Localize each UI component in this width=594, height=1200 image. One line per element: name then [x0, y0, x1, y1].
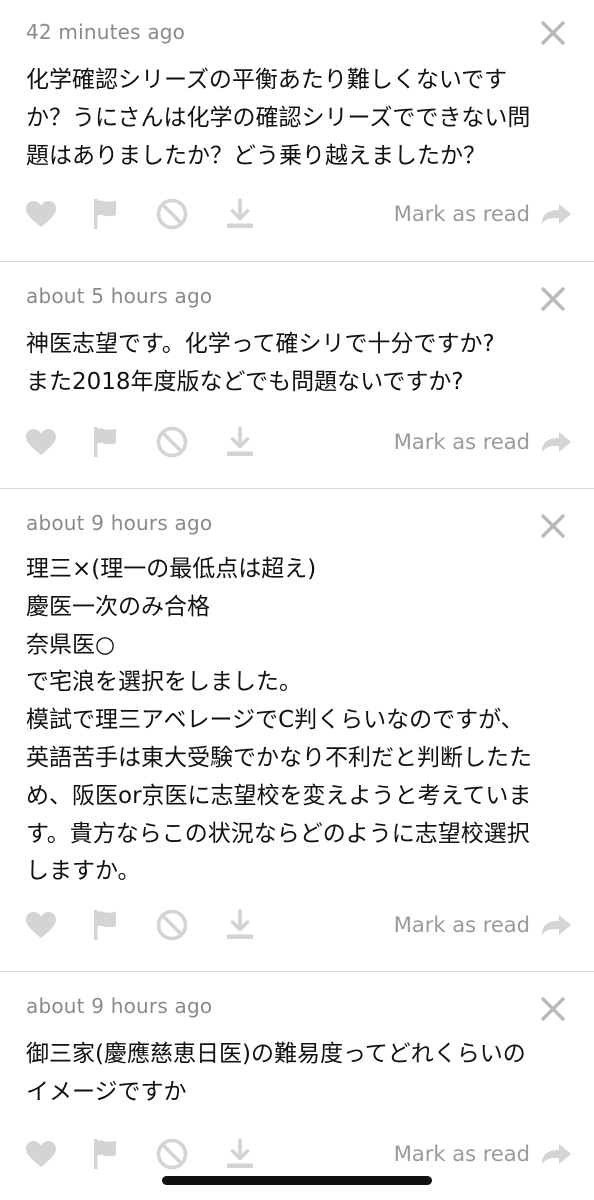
close-icon[interactable]	[540, 513, 566, 539]
block-icon[interactable]	[155, 1134, 189, 1174]
heart-icon[interactable]	[24, 194, 58, 234]
heart-icon[interactable]	[24, 905, 58, 945]
forward-arrow-icon	[542, 204, 571, 224]
mark-as-read-label: Mark as read	[393, 430, 530, 454]
message-card: about 9 hours ago 御三家(慶應慈恵日医)の難易度ってどれくらい…	[0, 972, 594, 1200]
close-icon[interactable]	[540, 20, 566, 46]
message-text: 理三×(理一の最低点は超え) 慶医一次のみ合格 奈県医○ で宅浪を選択をしました…	[26, 556, 532, 885]
message-text: 化学確認シリーズの平衡あたり難しくないです か？うにさんは化学の確認シリーズでで…	[26, 67, 531, 169]
message-timestamp: 42 minutes ago	[26, 20, 186, 44]
mark-as-read-button[interactable]: Mark as read	[394, 422, 572, 462]
forward-arrow-icon	[542, 1144, 571, 1164]
flag-icon[interactable]	[90, 422, 120, 462]
message-actions: Mark as read	[0, 1134, 594, 1174]
mark-as-read-label: Mark as read	[393, 202, 530, 226]
heart-icon[interactable]	[24, 422, 58, 462]
message-timestamp: about 9 hours ago	[26, 511, 213, 535]
message-card: 42 minutes ago 化学確認シリーズの平衡あたり難しくないです か？う…	[0, 0, 594, 262]
mark-as-read-button[interactable]: Mark as read	[394, 194, 572, 234]
flag-icon[interactable]	[90, 905, 120, 945]
heart-icon[interactable]	[24, 1134, 58, 1174]
download-icon[interactable]	[224, 905, 256, 945]
close-icon[interactable]	[540, 286, 566, 312]
block-icon[interactable]	[155, 422, 189, 462]
download-icon[interactable]	[224, 194, 256, 234]
message-text: 神医志望です。化学って確シリで十分ですか? また2018年度版などでも問題ないで…	[26, 331, 495, 395]
forward-arrow-icon	[542, 915, 571, 935]
message-card: about 9 hours ago 理三×(理一の最低点は超え) 慶医一次のみ合…	[0, 489, 594, 972]
message-actions: Mark as read	[0, 905, 594, 945]
forward-arrow-icon	[542, 432, 571, 452]
message-actions: Mark as read	[0, 194, 594, 234]
message-timestamp: about 5 hours ago	[26, 284, 213, 308]
close-icon[interactable]	[540, 996, 566, 1022]
message-card: about 5 hours ago 神医志望です。化学って確シリで十分ですか? …	[0, 262, 594, 489]
flag-icon[interactable]	[90, 1134, 120, 1174]
download-icon[interactable]	[224, 1134, 256, 1174]
message-text: 御三家(慶應慈恵日医)の難易度ってどれくらいの イメージですか	[26, 1041, 526, 1105]
block-icon[interactable]	[155, 905, 189, 945]
mark-as-read-button[interactable]: Mark as read	[394, 905, 572, 945]
flag-icon[interactable]	[90, 194, 120, 234]
home-indicator[interactable]	[162, 1176, 432, 1185]
message-timestamp: about 9 hours ago	[26, 994, 213, 1018]
mark-as-read-label: Mark as read	[393, 1142, 530, 1166]
message-actions: Mark as read	[0, 422, 594, 462]
mark-as-read-button[interactable]: Mark as read	[394, 1134, 572, 1174]
mark-as-read-label: Mark as read	[393, 913, 530, 937]
block-icon[interactable]	[155, 194, 189, 234]
download-icon[interactable]	[224, 422, 256, 462]
